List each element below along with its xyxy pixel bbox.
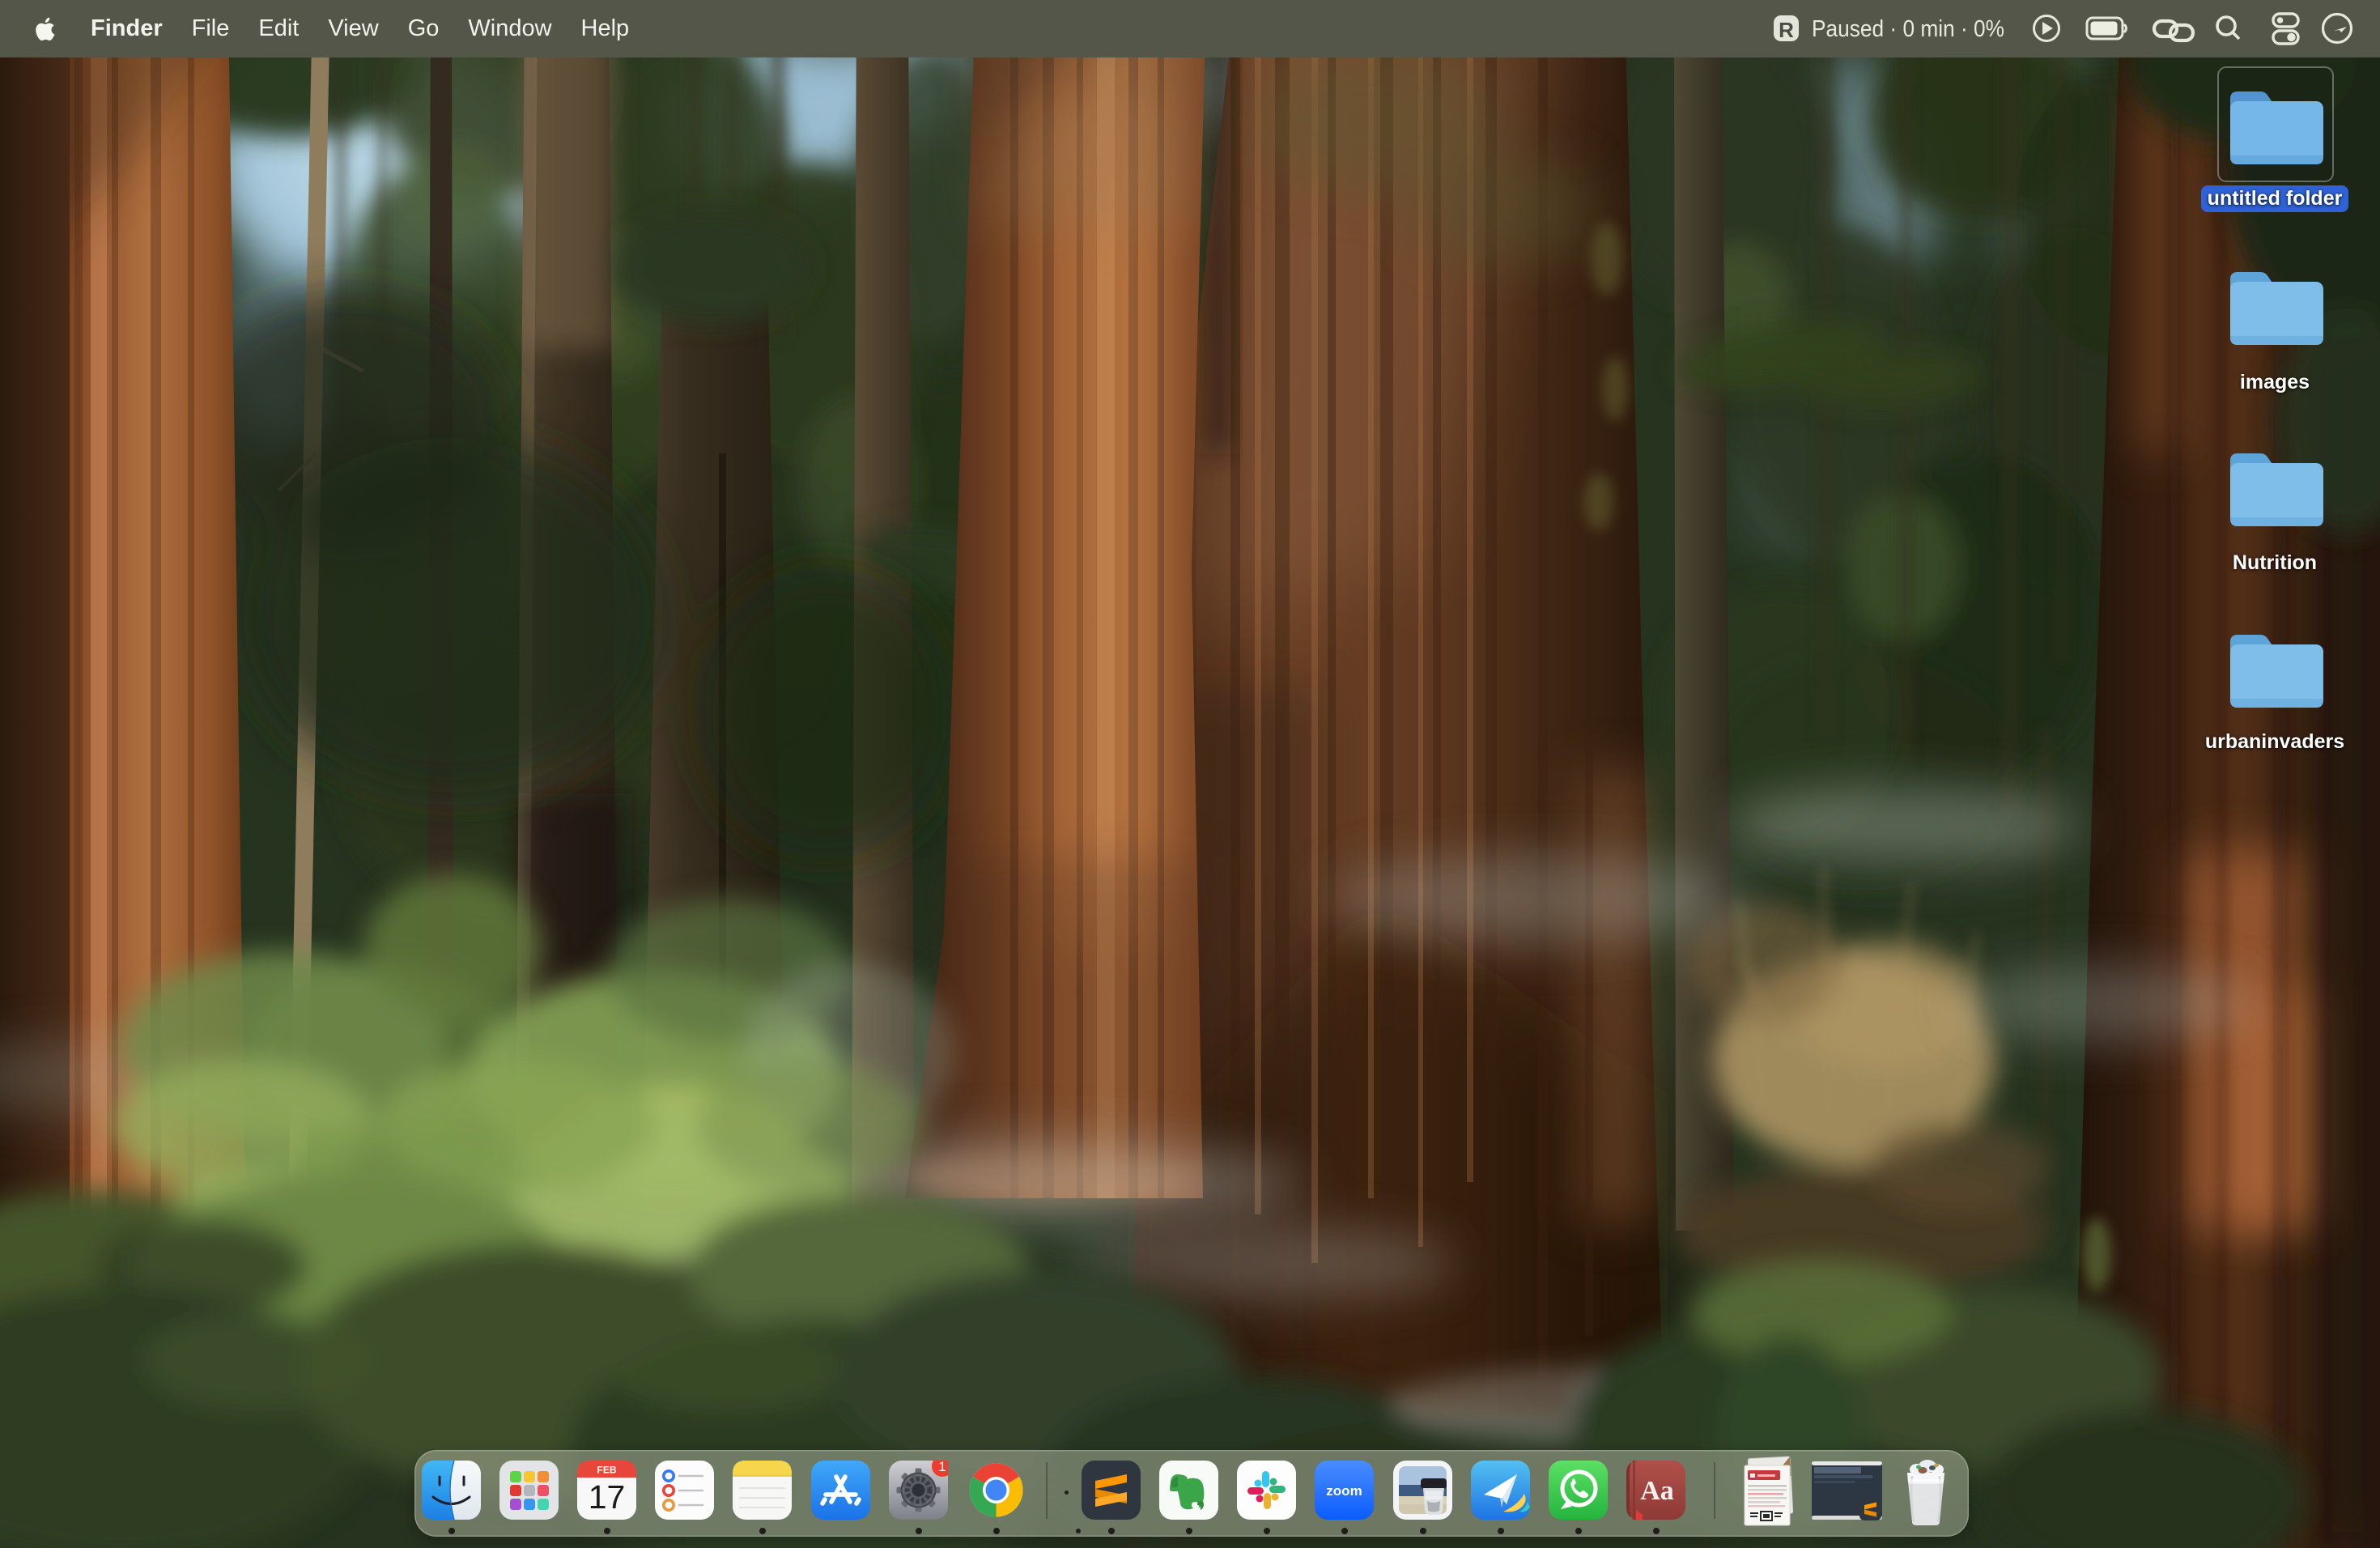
svg-text:R: R	[1779, 18, 1794, 42]
svg-text:Paused · 0 min · 0%: Paused · 0 min · 0%	[1812, 16, 2004, 42]
svg-text:1: 1	[938, 1461, 946, 1474]
svg-text:17: 17	[589, 1478, 626, 1516]
svg-text:Aa: Aa	[1640, 1476, 1674, 1506]
svg-text:zoom: zoom	[1326, 1483, 1362, 1499]
svg-text:FEB: FEB	[597, 1465, 617, 1476]
